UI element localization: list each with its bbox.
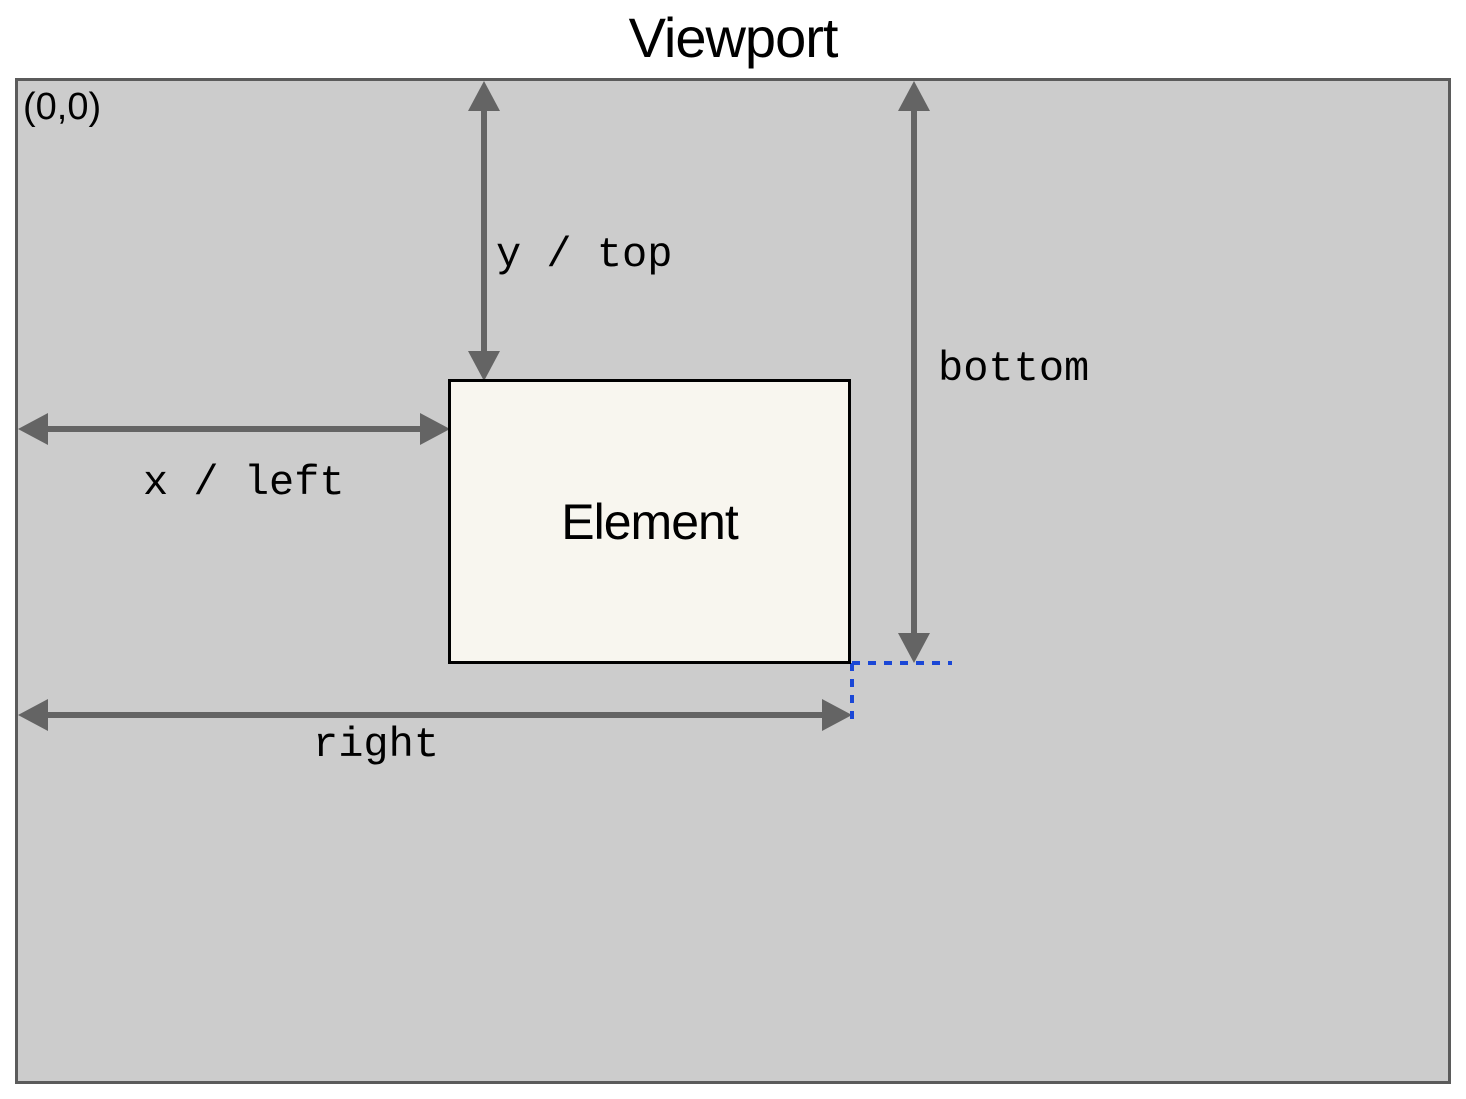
dashed-guides — [852, 627, 972, 727]
label-y-top: y / top — [496, 231, 672, 279]
element-label: Element — [561, 493, 737, 551]
element-box: Element — [448, 379, 851, 664]
origin-label: (0,0) — [23, 86, 101, 129]
label-x-left: x / left — [143, 459, 345, 507]
label-right: right — [313, 721, 439, 769]
arrow-x-left — [18, 405, 450, 453]
diagram-title: Viewport — [629, 5, 838, 70]
label-bottom: bottom — [938, 345, 1089, 393]
arrow-bottom — [890, 81, 938, 663]
viewport-box: (0,0) Element x / left y / top bottom ri… — [15, 78, 1451, 1084]
